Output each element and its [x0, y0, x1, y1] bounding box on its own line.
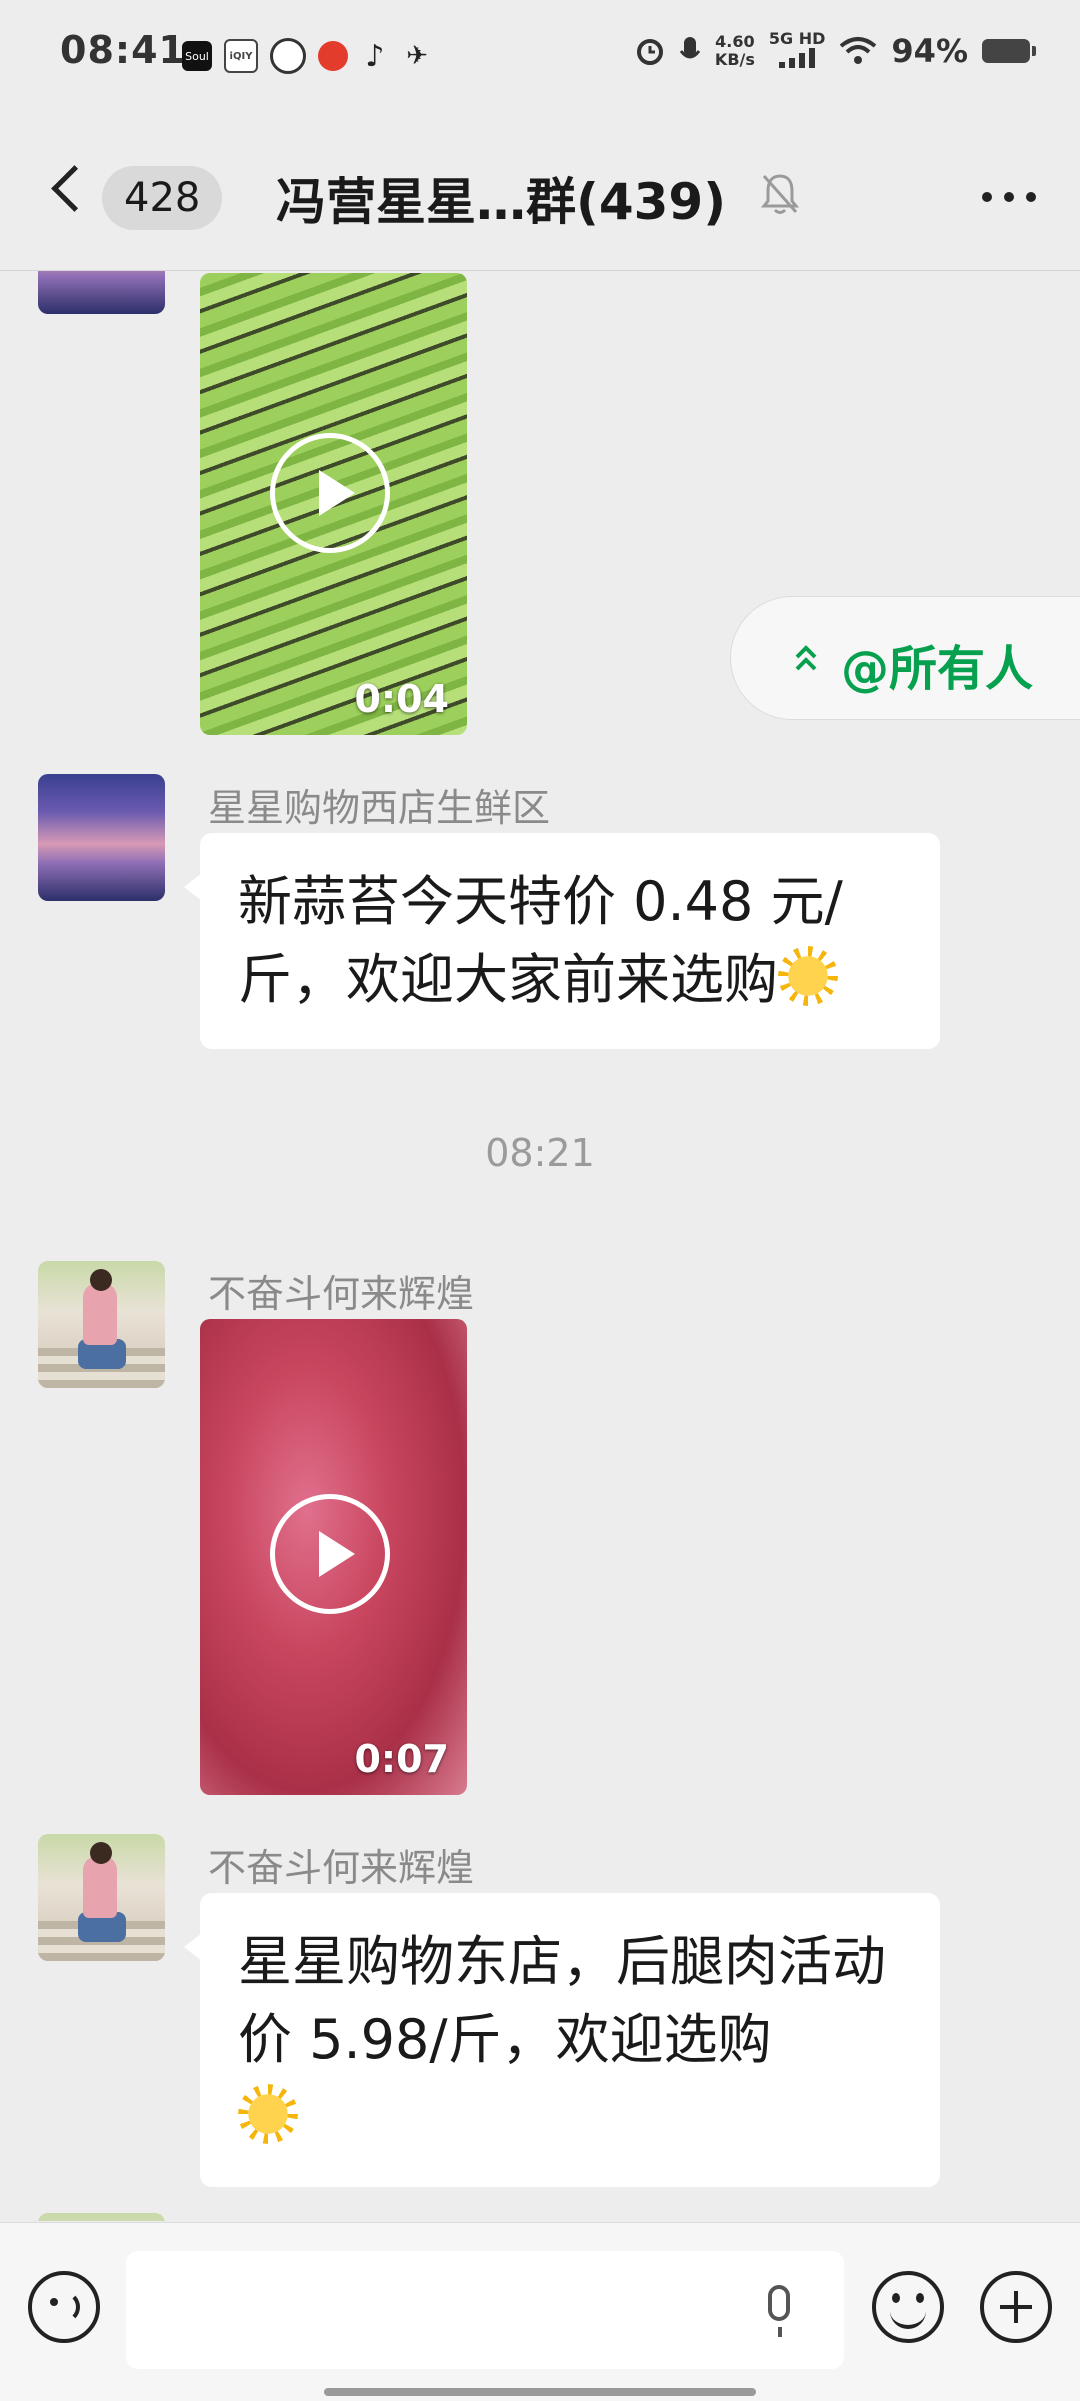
avatar[interactable] [38, 1834, 165, 1961]
input-bar [0, 2222, 1080, 2401]
more-options-icon[interactable] [982, 192, 1036, 202]
soul-app-icon: Soul [182, 41, 212, 71]
wifi-icon [840, 37, 877, 64]
bird-app-icon: ✈ [406, 41, 428, 71]
voice-input-button[interactable] [28, 2271, 100, 2343]
more-functions-button[interactable] [980, 2271, 1052, 2343]
message-text: 星星购物东店，后腿肉活动价 5.98/斤，欢迎选购 [238, 1930, 886, 2071]
alarm-icon [636, 39, 663, 65]
play-icon[interactable] [270, 433, 390, 553]
message-input[interactable] [126, 2251, 844, 2369]
video-duration: 0:07 [354, 1737, 449, 1781]
status-time: 08:41 [60, 28, 186, 72]
sun-emoji-icon [778, 946, 838, 1006]
avatar[interactable] [38, 1261, 165, 1388]
chat-header: 428 冯营星星…群(439) [0, 110, 1080, 271]
double-chevron-up-icon [795, 645, 817, 671]
video-message[interactable]: 0:07 [200, 1319, 467, 1795]
video-duration: 0:04 [354, 677, 449, 721]
text-message-bubble[interactable]: 新蒜苔今天特价 0.48 元/斤，欢迎大家前来选购 [184, 833, 940, 1049]
sender-name: 星星购物西店生鲜区 [208, 786, 551, 830]
signal-icon [779, 48, 816, 68]
battery-icon [982, 39, 1036, 63]
tiktok-icon: ♪ [365, 38, 385, 74]
message-text: 新蒜苔今天特价 0.48 元/斤，欢迎大家前来选购 [238, 870, 843, 1011]
globe-app-icon [270, 38, 306, 74]
play-icon[interactable] [270, 1494, 390, 1614]
sender-name: 不奋斗何来辉煌 [208, 1272, 475, 1316]
chat-messages[interactable]: 0:04 星星购物西店生鲜区 新蒜苔今天特价 0.48 元/斤，欢迎大家前来选购… [0, 271, 1080, 2221]
emoji-button[interactable] [872, 2271, 944, 2343]
avatar[interactable] [38, 2213, 165, 2221]
home-indicator[interactable] [324, 2388, 756, 2396]
sun-emoji-icon [238, 2084, 298, 2144]
network-speed: 4.60 KB/s [714, 32, 755, 69]
notification-icons: Soul iQIY ♪ ✈ [182, 38, 432, 74]
status-bar: 08:41 Soul iQIY ♪ ✈ 4.60 KB/s 5G HD 94% [0, 0, 1080, 110]
avatar[interactable] [38, 271, 165, 314]
iqiyi-icon: iQIY [224, 39, 258, 73]
mic-icon [679, 37, 701, 59]
mute-bell-icon [760, 174, 800, 214]
avatar[interactable] [38, 774, 165, 901]
sender-name: 不奋斗何来辉煌 [208, 1846, 475, 1890]
mic-icon[interactable] [768, 2285, 790, 2337]
mention-all-banner[interactable]: @所有人 [730, 596, 1080, 720]
unread-count-badge[interactable]: 428 [102, 166, 223, 230]
text-message-bubble[interactable]: 星星购物东店，后腿肉活动价 5.98/斤，欢迎选购 [184, 1893, 940, 2187]
mention-all-label: @所有人 [841, 641, 1034, 697]
video-message[interactable]: 0:04 [200, 273, 467, 735]
time-divider: 08:21 [485, 1131, 595, 1175]
battery-percent: 94% [891, 32, 968, 70]
back-arrow-icon[interactable] [51, 165, 98, 212]
red-app-icon [318, 41, 348, 71]
chat-title[interactable]: 冯营星星…群(439) [276, 162, 726, 234]
system-tray: 4.60 KB/s 5G HD 94% [635, 30, 1036, 72]
network-type: 5G HD [769, 30, 825, 72]
